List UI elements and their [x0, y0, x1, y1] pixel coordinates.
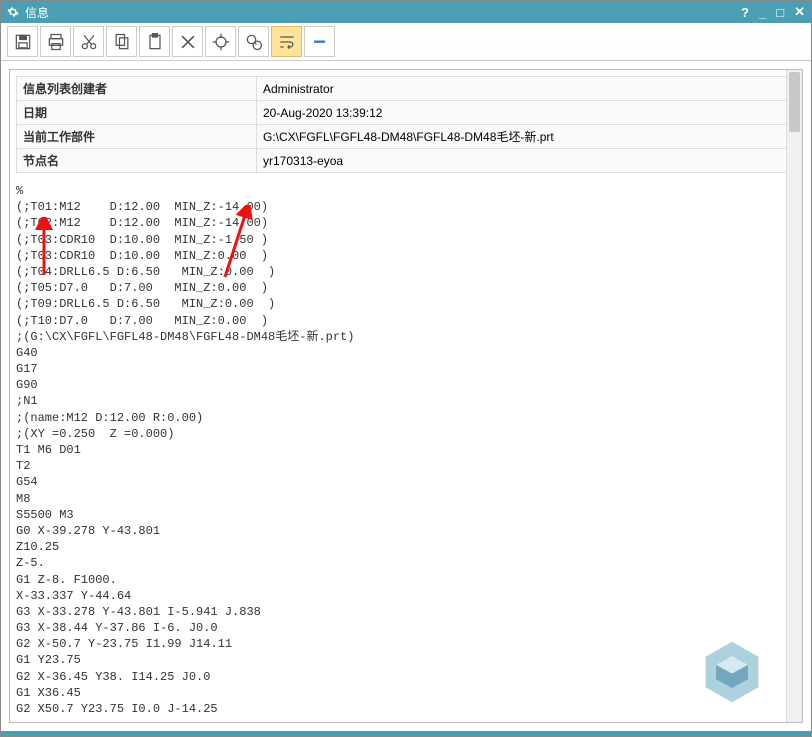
- cut-button[interactable]: [73, 26, 104, 57]
- find-button[interactable]: [238, 26, 269, 57]
- table-row: 节点名yr170313-eyoa: [17, 149, 796, 173]
- title-bar: 信息 ? _ □ ✕: [1, 1, 811, 23]
- meta-value: Administrator: [257, 77, 796, 101]
- print-button[interactable]: [40, 26, 71, 57]
- meta-value: G:\CX\FGFL\FGFL48-DM48\FGFL48-DM48毛坯-新.p…: [257, 125, 796, 149]
- meta-label: 信息列表创建者: [17, 77, 257, 101]
- gear-icon: [7, 6, 19, 18]
- window-title: 信息: [25, 4, 741, 21]
- meta-value: yr170313-eyoa: [257, 149, 796, 173]
- delete-button[interactable]: [172, 26, 203, 57]
- app-window: 信息 ? _ □ ✕ − 信息列表创建者Administrator 日期20-A…: [0, 0, 812, 737]
- maximize-button[interactable]: □: [776, 5, 784, 20]
- window-controls: ? _ □ ✕: [741, 4, 805, 20]
- help-button[interactable]: ?: [741, 5, 749, 20]
- content-area: 信息列表创建者Administrator 日期20-Aug-2020 13:39…: [1, 61, 811, 731]
- watermark-logo: [692, 632, 772, 712]
- toolbar: −: [1, 23, 811, 61]
- info-panel: 信息列表创建者Administrator 日期20-Aug-2020 13:39…: [9, 69, 803, 723]
- scrollbar-thumb[interactable]: [789, 72, 800, 132]
- table-row: 日期20-Aug-2020 13:39:12: [17, 101, 796, 125]
- meta-label: 日期: [17, 101, 257, 125]
- vertical-scrollbar[interactable]: [786, 70, 802, 722]
- minimize-button[interactable]: _: [759, 5, 766, 20]
- table-row: 信息列表创建者Administrator: [17, 77, 796, 101]
- paste-button[interactable]: [139, 26, 170, 57]
- meta-label: 节点名: [17, 149, 257, 173]
- meta-value: 20-Aug-2020 13:39:12: [257, 101, 796, 125]
- code-listing[interactable]: % (;T01:M12 D:12.00 MIN_Z:-14.00) (;T02:…: [16, 183, 796, 716]
- copy-button[interactable]: [106, 26, 137, 57]
- bottom-bar: [1, 731, 811, 736]
- table-row: 当前工作部件G:\CX\FGFL\FGFL48-DM48\FGFL48-DM48…: [17, 125, 796, 149]
- collapse-button[interactable]: −: [304, 26, 335, 57]
- meta-table: 信息列表创建者Administrator 日期20-Aug-2020 13:39…: [16, 76, 796, 173]
- wrap-button[interactable]: [271, 26, 302, 57]
- close-button[interactable]: ✕: [794, 4, 805, 20]
- save-button[interactable]: [7, 26, 38, 57]
- meta-label: 当前工作部件: [17, 125, 257, 149]
- target-button[interactable]: [205, 26, 236, 57]
